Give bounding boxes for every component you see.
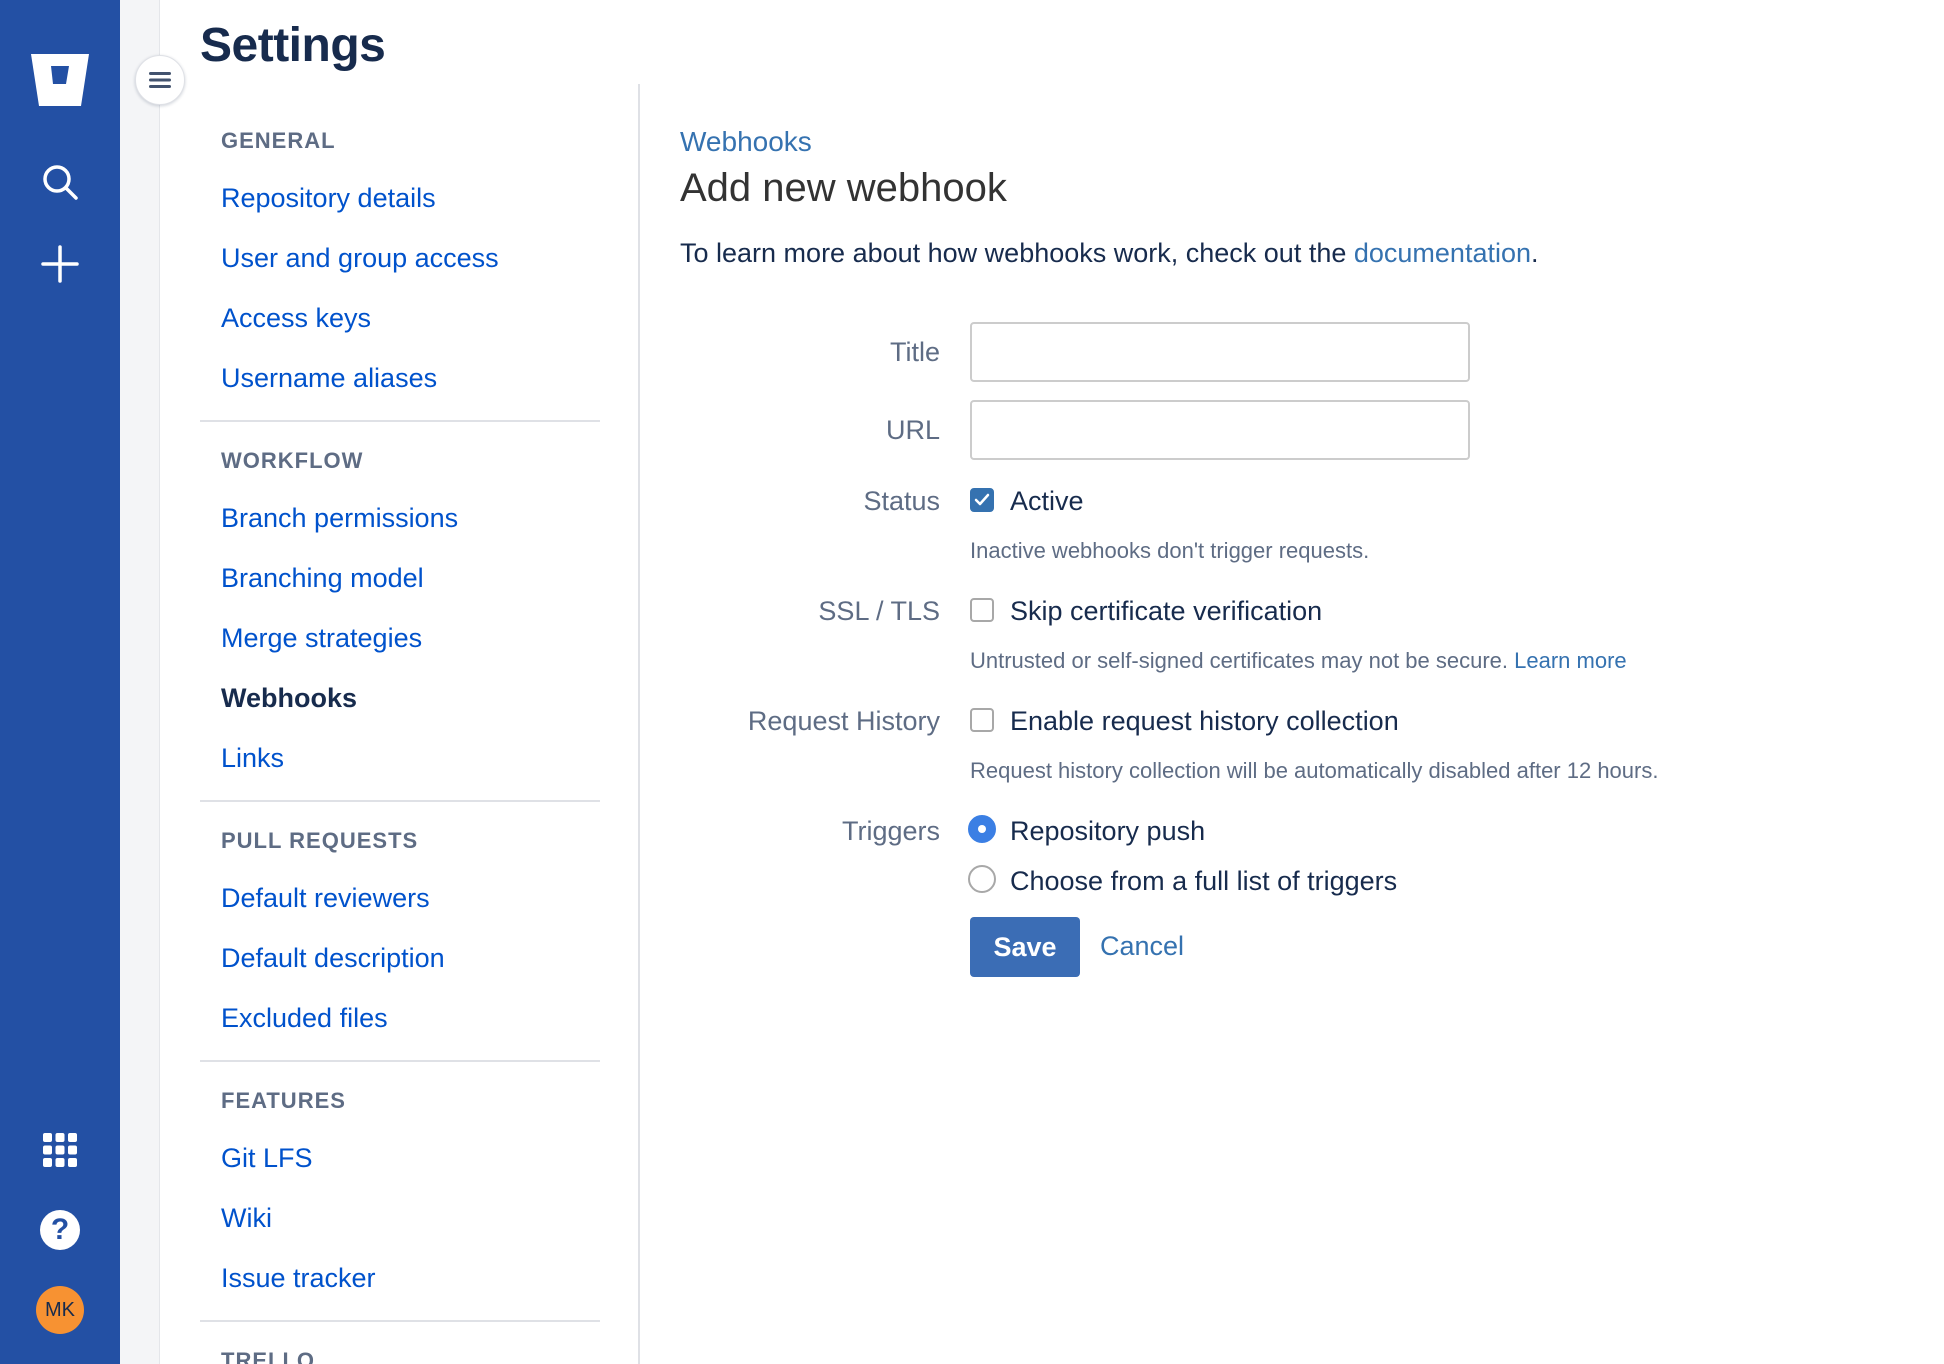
documentation-link[interactable]: documentation (1354, 238, 1531, 268)
bitbucket-logo-icon[interactable] (0, 44, 120, 116)
app-switcher-icon[interactable] (0, 1120, 120, 1180)
help-icon[interactable]: ? (0, 1200, 120, 1260)
status-active-checkbox[interactable] (970, 488, 994, 512)
nav-section-pull-requests: PULL REQUESTS Default reviewers Default … (200, 826, 600, 1062)
nav-heading: GENERAL (221, 128, 336, 153)
sidebar-strip (120, 0, 160, 1364)
settings-nav: GENERAL Repository details User and grou… (200, 84, 600, 1364)
request-history-checkbox[interactable] (970, 708, 994, 732)
save-button[interactable]: Save (970, 917, 1080, 977)
trigger-repository-push-radio[interactable] (968, 815, 996, 843)
nav-item-branching-model[interactable]: Branching model (200, 548, 600, 608)
nav-item-excluded-files[interactable]: Excluded files (200, 988, 600, 1048)
breadcrumb-webhooks[interactable]: Webhooks (680, 126, 812, 158)
nav-section-trello: TRELLO (200, 1346, 600, 1364)
triggers-label: Triggers (841, 816, 940, 846)
ssl-help-body: Untrusted or self-signed certificates ma… (970, 648, 1515, 673)
cancel-button[interactable]: Cancel (1100, 931, 1184, 962)
page-title: Settings (200, 19, 386, 72)
nav-item-webhooks[interactable]: Webhooks (200, 668, 600, 728)
nav-section-workflow: WORKFLOW Branch permissions Branching mo… (200, 446, 600, 802)
nav-item-wiki[interactable]: Wiki (200, 1188, 600, 1248)
radio-dot (978, 825, 986, 833)
nav-section-features: FEATURES Git LFS Wiki Issue tracker (200, 1086, 600, 1322)
nav-heading: WORKFLOW (221, 448, 364, 473)
nav-section-general: GENERAL Repository details User and grou… (200, 126, 600, 422)
ssl-skip-verification-label[interactable]: Skip certificate verification (1010, 596, 1322, 627)
main-content: Webhooks Add new webhook To learn more a… (680, 0, 1944, 1364)
nav-item-repository-details[interactable]: Repository details (200, 168, 600, 228)
intro-prefix: To learn more about how webhooks work, c… (680, 238, 1354, 268)
ssl-skip-verification-checkbox[interactable] (970, 598, 994, 622)
request-history-option-label[interactable]: Enable request history collection (1010, 706, 1399, 737)
nav-item-access-keys[interactable]: Access keys (200, 288, 600, 348)
learn-more-link[interactable]: Learn more (1514, 648, 1627, 673)
nav-heading: TRELLO (221, 1348, 315, 1364)
hamburger-icon (149, 72, 171, 88)
request-history-help-text: Request history collection will be autom… (970, 758, 1659, 783)
intro-suffix: . (1531, 238, 1539, 268)
status-label: Status (863, 486, 940, 516)
title-input[interactable] (970, 322, 1470, 382)
intro-text: To learn more about how webhooks work, c… (680, 238, 1539, 269)
form-heading: Add new webhook (680, 166, 1007, 210)
nav-item-default-reviewers[interactable]: Default reviewers (200, 868, 600, 928)
plus-icon[interactable] (0, 234, 120, 294)
trigger-repository-push-label[interactable]: Repository push (1010, 816, 1205, 847)
ssl-help-text: Untrusted or self-signed certificates ma… (970, 648, 1627, 674)
checkmark-icon (974, 493, 990, 506)
status-help-text: Inactive webhooks don't trigger requests… (970, 538, 1370, 563)
nav-item-git-lfs[interactable]: Git LFS (200, 1128, 600, 1188)
nav-item-user-and-group-access[interactable]: User and group access (200, 228, 600, 288)
nav-item-username-aliases[interactable]: Username aliases (200, 348, 600, 408)
content-divider (638, 84, 640, 1364)
help-glyph: ? (40, 1210, 80, 1250)
avatar[interactable]: MK (0, 1278, 120, 1342)
nav-item-branch-permissions[interactable]: Branch permissions (200, 488, 600, 548)
request-history-label: Request History (747, 706, 940, 736)
avatar-initials: MK (36, 1286, 84, 1334)
nav-item-links[interactable]: Links (200, 728, 600, 788)
nav-item-default-description[interactable]: Default description (200, 928, 600, 988)
nav-item-issue-tracker[interactable]: Issue tracker (200, 1248, 600, 1308)
url-input[interactable] (970, 400, 1470, 460)
trigger-full-list-radio[interactable] (968, 865, 996, 893)
title-label: Title (889, 337, 940, 367)
nav-heading: FEATURES (221, 1088, 346, 1113)
search-icon[interactable] (0, 152, 120, 212)
ssl-label: SSL / TLS (818, 596, 940, 626)
nav-heading: PULL REQUESTS (221, 828, 419, 853)
url-label: URL (885, 415, 940, 445)
sidebar-toggle-button[interactable] (135, 55, 185, 105)
trigger-full-list-label[interactable]: Choose from a full list of triggers (1010, 866, 1397, 897)
status-active-label[interactable]: Active (1010, 486, 1084, 517)
nav-item-merge-strategies[interactable]: Merge strategies (200, 608, 600, 668)
global-nav: ? MK (0, 0, 120, 1364)
